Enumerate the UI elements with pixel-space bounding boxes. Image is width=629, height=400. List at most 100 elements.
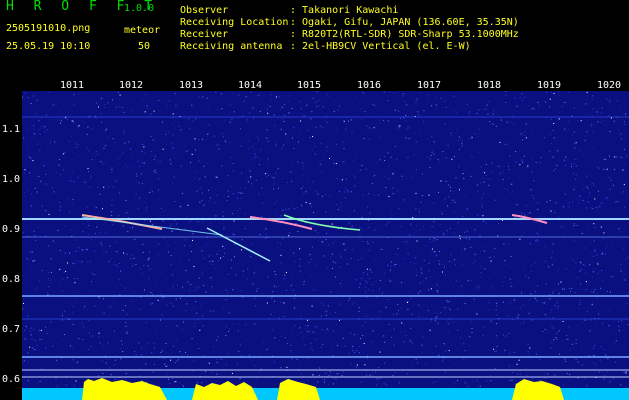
noise-speck xyxy=(261,187,263,189)
noise-speck xyxy=(251,108,253,109)
noise-speck xyxy=(302,175,304,177)
noise-speck xyxy=(184,145,186,147)
noise-speck xyxy=(271,94,273,96)
noise-speck xyxy=(615,340,617,342)
noise-speck xyxy=(312,374,314,376)
noise-speck xyxy=(435,381,436,383)
noise-speck xyxy=(454,156,455,158)
noise-speck xyxy=(99,342,101,344)
x-tick: 1018 xyxy=(477,80,502,91)
noise-speck xyxy=(275,96,277,98)
noise-speck xyxy=(216,359,218,361)
noise-speck xyxy=(240,145,242,147)
noise-speck xyxy=(30,205,32,207)
noise-speck xyxy=(66,119,68,121)
noise-speck xyxy=(188,127,190,129)
noise-speck xyxy=(186,303,188,305)
noise-speck xyxy=(181,384,183,386)
noise-speck xyxy=(509,141,511,143)
noise-speck xyxy=(573,143,575,145)
noise-speck xyxy=(148,258,150,260)
noise-speck xyxy=(271,176,273,178)
noise-speck xyxy=(220,358,222,360)
noise-speck xyxy=(578,308,580,310)
noise-speck xyxy=(383,156,385,158)
noise-speck xyxy=(78,260,79,262)
noise-speck xyxy=(395,264,397,265)
noise-speck xyxy=(175,340,177,341)
noise-speck xyxy=(109,245,111,247)
noise-speck xyxy=(30,103,32,104)
noise-speck xyxy=(453,190,455,192)
noise-speck xyxy=(241,354,243,356)
noise-speck xyxy=(351,249,353,250)
noise-speck xyxy=(573,131,575,133)
noise-speck xyxy=(592,147,594,149)
noise-speck xyxy=(228,331,230,332)
noise-speck xyxy=(468,112,470,114)
noise-speck xyxy=(159,161,161,163)
noise-speck xyxy=(51,187,53,189)
noise-speck xyxy=(546,316,548,318)
noise-speck xyxy=(165,326,167,328)
noise-speck xyxy=(597,263,599,265)
noise-speck xyxy=(45,347,47,349)
noise-speck xyxy=(335,324,337,326)
noise-speck xyxy=(98,106,100,108)
noise-speck xyxy=(229,121,231,123)
noise-speck xyxy=(199,178,201,180)
noise-speck xyxy=(268,163,270,165)
noise-speck xyxy=(618,228,620,230)
noise-speck xyxy=(609,101,611,103)
noise-speck xyxy=(476,287,478,289)
noise-speck xyxy=(566,338,568,340)
noise-speck xyxy=(59,282,61,284)
noise-speck xyxy=(170,359,172,361)
noise-speck xyxy=(380,224,382,226)
noise-speck xyxy=(322,344,324,345)
noise-speck xyxy=(429,238,431,240)
noise-speck xyxy=(565,268,567,270)
noise-speck xyxy=(183,321,184,323)
noise-speck xyxy=(239,290,241,292)
noise-speck xyxy=(182,170,184,172)
noise-speck xyxy=(254,365,256,367)
noise-speck xyxy=(125,200,127,201)
noise-speck xyxy=(593,185,595,187)
noise-speck xyxy=(394,371,396,373)
noise-speck xyxy=(145,202,147,203)
noise-speck xyxy=(510,121,512,123)
noise-speck xyxy=(371,183,373,185)
spectrogram-plot[interactable] xyxy=(22,91,629,400)
noise-speck xyxy=(266,378,268,380)
noise-speck xyxy=(450,254,452,256)
noise-speck xyxy=(547,373,549,375)
noise-speck xyxy=(296,207,298,209)
noise-speck xyxy=(369,268,371,270)
noise-speck xyxy=(596,111,598,113)
noise-speck xyxy=(299,327,301,329)
noise-speck xyxy=(31,193,33,195)
noise-speck xyxy=(568,380,570,381)
noise-speck xyxy=(125,212,127,214)
noise-speck xyxy=(537,240,539,241)
noise-speck xyxy=(294,325,296,326)
noise-speck xyxy=(209,109,211,111)
noise-speck xyxy=(149,268,151,270)
noise-speck xyxy=(457,222,459,224)
noise-speck xyxy=(368,138,370,140)
noise-speck xyxy=(426,156,428,158)
noise-speck xyxy=(262,342,264,344)
noise-speck xyxy=(229,180,231,181)
noise-speck xyxy=(280,262,282,264)
noise-speck xyxy=(223,307,224,309)
noise-speck xyxy=(217,292,219,294)
noise-speck xyxy=(585,339,587,340)
noise-speck xyxy=(326,267,328,269)
noise-speck xyxy=(461,143,463,145)
noise-speck xyxy=(519,97,521,99)
noise-speck xyxy=(123,252,125,254)
noise-speck xyxy=(372,241,374,243)
noise-speck xyxy=(24,329,26,331)
noise-speck xyxy=(179,205,181,207)
